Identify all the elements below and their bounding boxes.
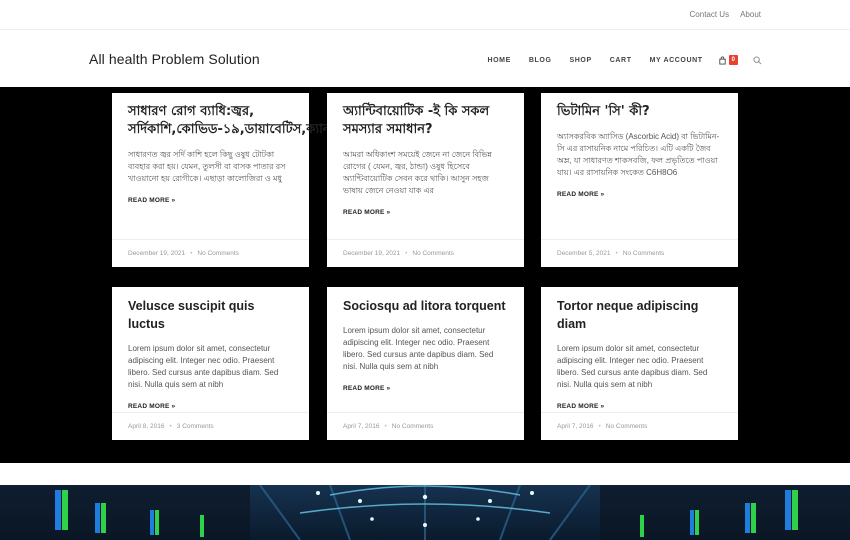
meta-separator: •: [615, 250, 618, 257]
top-bar: Contact Us About: [0, 0, 850, 30]
post-title[interactable]: সাধারণ রোগ ব্যাধি:জ্বর, সর্দিকাশি,কোভিড-…: [128, 103, 355, 139]
main-nav: HOME BLOG SHOP CART MY ACCOUNT 0: [487, 55, 762, 65]
post-title[interactable]: ভিটামিন 'সি' কী?: [557, 103, 722, 121]
post-date: April 7, 2016: [557, 423, 594, 430]
cart-count-badge: 0: [728, 55, 738, 65]
server-room-illustration: [0, 485, 850, 540]
read-more-link[interactable]: READ MORE »: [128, 197, 175, 204]
search-icon[interactable]: [753, 55, 762, 65]
meta-separator: •: [598, 423, 601, 430]
shopping-bag-icon: [719, 56, 726, 65]
read-more-link[interactable]: READ MORE »: [557, 191, 604, 198]
post-comments-link[interactable]: No Comments: [623, 250, 665, 257]
cart-button[interactable]: 0: [718, 55, 738, 65]
meta-separator: •: [169, 423, 172, 430]
read-more-link[interactable]: READ MORE »: [343, 209, 390, 216]
meta-separator: •: [190, 250, 193, 257]
post-date: December 19, 2021: [343, 250, 401, 257]
post-meta: April 7, 2016 • No Comments: [541, 412, 738, 440]
post-excerpt: Lorem ipsum dolor sit amet, consectetur …: [557, 344, 708, 389]
meta-separator: •: [405, 250, 408, 257]
post-date: April 7, 2016: [343, 423, 380, 430]
post-card: সাধারণ রোগ ব্যাধি:জ্বর, সর্দিকাশি,কোভিড-…: [112, 93, 355, 267]
post-title[interactable]: অ্যান্টিবায়োটিক -ই কি সকল সমস্যার সমাধা…: [343, 103, 508, 139]
post-meta: December 5, 2021 • No Comments: [541, 239, 738, 267]
top-links: Contact Us About: [690, 10, 761, 19]
post-meta: December 19, 2021 • No Comments: [327, 239, 524, 267]
post-title[interactable]: Velusce suscipit quis luctus: [128, 297, 293, 333]
post-title[interactable]: Sociosqu ad litora torquent: [343, 297, 508, 315]
post-comments-link[interactable]: No Comments: [606, 423, 648, 430]
nav-shop[interactable]: SHOP: [570, 57, 592, 64]
read-more-link[interactable]: READ MORE »: [128, 403, 175, 410]
post-comments-link[interactable]: No Comments: [392, 423, 434, 430]
post-meta: December 19, 2021 • No Comments: [112, 239, 309, 267]
post-comments-link[interactable]: 3 Comments: [177, 423, 214, 430]
read-more-link[interactable]: READ MORE »: [557, 403, 604, 410]
blog-posts-section: সাধারণ রোগ ব্যাধি:জ্বর, সর্দিকাশি,কোভিড-…: [0, 87, 850, 463]
meta-separator: •: [384, 423, 387, 430]
read-more-link[interactable]: READ MORE »: [343, 385, 390, 392]
nav-blog[interactable]: BLOG: [529, 57, 552, 64]
site-header: All health Problem Solution HOME BLOG SH…: [0, 30, 850, 87]
post-card: Tortor neque adipiscing diam Lorem ipsum…: [541, 287, 738, 440]
post-date: April 8, 2016: [128, 423, 165, 430]
nav-my-account[interactable]: MY ACCOUNT: [650, 57, 703, 64]
post-comments-link[interactable]: No Comments: [412, 250, 454, 257]
post-card: ভিটামিন 'সি' কী? অ্যাসকরবিক অ্যাসিড (Asc…: [541, 93, 738, 267]
site-title[interactable]: All health Problem Solution: [89, 51, 260, 67]
post-excerpt: আমরা অধিকাংশ সময়েই জেনে না জেনে বিভিন্ন…: [343, 150, 492, 195]
post-excerpt: অ্যাসকরবিক অ্যাসিড (Ascorbic Acid) বা ভি…: [557, 132, 720, 177]
server-room-image: [0, 485, 850, 540]
about-link[interactable]: About: [740, 10, 761, 19]
post-card: অ্যান্টিবায়োটিক -ই কি সকল সমস্যার সমাধা…: [327, 93, 524, 267]
post-excerpt: Lorem ipsum dolor sit amet, consectetur …: [128, 344, 279, 389]
nav-cart[interactable]: CART: [610, 57, 632, 64]
nav-home[interactable]: HOME: [487, 57, 510, 64]
post-title[interactable]: Tortor neque adipiscing diam: [557, 297, 722, 333]
post-excerpt: Lorem ipsum dolor sit amet, consectetur …: [343, 326, 494, 371]
post-comments-link[interactable]: No Comments: [197, 250, 239, 257]
post-card: Velusce suscipit quis luctus Lorem ipsum…: [112, 287, 309, 440]
post-meta: April 8, 2016 • 3 Comments: [112, 412, 309, 440]
contact-us-link[interactable]: Contact Us: [690, 10, 730, 19]
post-date: December 19, 2021: [128, 250, 186, 257]
post-card: Sociosqu ad litora torquent Lorem ipsum …: [327, 287, 524, 440]
post-date: December 5, 2021: [557, 250, 611, 257]
post-excerpt: সাধারণত জ্বর সর্দি কাশি হলে কিছু ওষুধ টো…: [128, 150, 286, 183]
post-meta: April 7, 2016 • No Comments: [327, 412, 524, 440]
